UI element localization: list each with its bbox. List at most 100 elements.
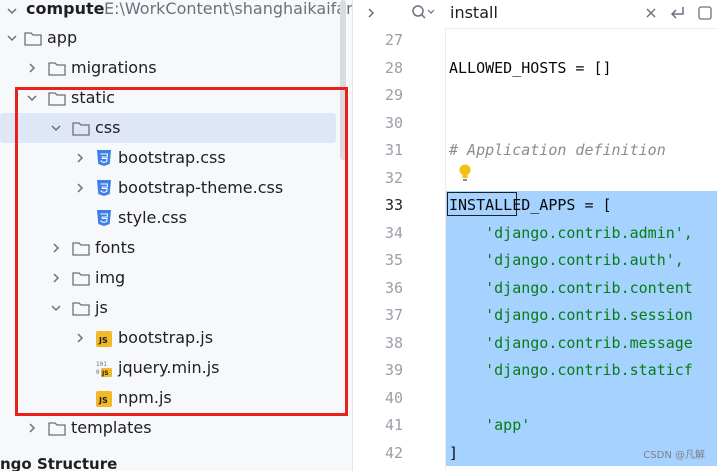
tree-item-label: fonts: [95, 238, 136, 257]
line-number: 29: [384, 86, 403, 104]
svg-text:101: 101: [96, 361, 107, 368]
line-number: 38: [384, 334, 403, 352]
svg-text:JS: JS: [98, 396, 108, 405]
search-input[interactable]: install: [450, 3, 498, 22]
tree-item-app[interactable]: app: [0, 23, 352, 53]
minified-js-file-icon: 1010 JS: [96, 361, 112, 377]
folder-icon: [72, 302, 90, 316]
watermark: CSDN @凡解: [643, 450, 705, 461]
tree-item-migrations[interactable]: migrations: [0, 53, 352, 83]
match-case-icon[interactable]: [697, 5, 713, 21]
tree-item-js[interactable]: js: [0, 293, 352, 323]
tree-item-label: css: [95, 118, 121, 137]
tree-item-label: npm.js: [118, 388, 172, 407]
tree-item-css[interactable]: css: [0, 113, 336, 143]
chevron-down-icon[interactable]: [6, 5, 18, 17]
tree-item-bootstrap-css[interactable]: bootstrap.css: [0, 143, 352, 173]
tree-item-bootstrap-js[interactable]: JS bootstrap.js: [0, 323, 352, 353]
project-path: E:\WorkContent\shanghaikaifang: [104, 0, 353, 18]
svg-text:0: 0: [96, 369, 100, 376]
css-file-icon: [97, 180, 111, 196]
structure-tool-window-header[interactable]: ngo Structure: [0, 455, 117, 471]
line-number: 37: [384, 306, 403, 324]
chevron-right-icon[interactable]: [74, 332, 86, 344]
code-line: ]: [449, 444, 459, 462]
line-number: 42: [384, 444, 403, 462]
code-string-line: 'django.contrib.message: [449, 334, 693, 352]
code-string-line: 'django.contrib.content: [449, 279, 693, 297]
tree-item-label: img: [95, 268, 126, 287]
line-number: 30: [384, 114, 403, 132]
tree-item-templates[interactable]: templates: [0, 413, 352, 443]
code-editor[interactable]: install 27 28 29 30 31 32 33 34 35 36 37…: [353, 0, 717, 471]
css-file-icon: [97, 150, 111, 166]
project-name: compute: [26, 0, 105, 18]
chevron-right-icon[interactable]: [365, 7, 377, 19]
line-number: 36: [384, 279, 403, 297]
line-number: 31: [384, 141, 403, 159]
line-number: 39: [384, 361, 403, 379]
tree-scrollbar[interactable]: [340, 0, 346, 160]
js-file-icon: JS: [96, 331, 112, 347]
css-file-icon: [97, 210, 111, 226]
find-bar: install: [353, 0, 717, 29]
code-string-line: 'django.contrib.staticf: [449, 361, 693, 379]
chevron-right-icon[interactable]: [74, 152, 86, 164]
code-string-line: 'django.contrib.auth',: [449, 251, 684, 269]
code-comment: # Application definition: [449, 141, 666, 159]
code-string-line: 'app': [449, 416, 531, 434]
folder-icon: [24, 32, 42, 46]
line-number: 27: [384, 31, 403, 49]
lightbulb-icon[interactable]: [458, 163, 472, 183]
folder-icon: [48, 422, 66, 436]
clear-search-icon[interactable]: [645, 7, 657, 19]
tree-item-label: bootstrap.css: [118, 148, 226, 167]
tree-item-npm-js[interactable]: JS npm.js: [0, 383, 352, 413]
folder-icon: [72, 242, 90, 256]
svg-text:JS: JS: [98, 336, 108, 345]
tree-item-label: js: [95, 298, 108, 317]
tree-item-label: bootstrap-theme.css: [118, 178, 284, 197]
code-line: INSTALLED_APPS = [: [449, 196, 612, 214]
tree-item-label: migrations: [71, 58, 157, 77]
current-line-number: 33: [384, 196, 403, 214]
line-number: 35: [384, 251, 403, 269]
tree-item-jquery-min-js[interactable]: 101 0 JS jquery.min.js: [0, 353, 352, 383]
tree-item-label: style.css: [118, 208, 187, 227]
chevron-right-icon[interactable]: [74, 182, 86, 194]
new-line-icon[interactable]: [669, 5, 687, 21]
folder-icon: [48, 92, 66, 106]
js-file-icon: JS: [96, 391, 112, 407]
code-string-line: 'django.contrib.session: [449, 306, 693, 324]
tree-item-style-css[interactable]: style.css: [0, 203, 352, 233]
line-number: 40: [384, 389, 403, 407]
tree-item-label: jquery.min.js: [118, 358, 220, 377]
folder-icon: [72, 122, 90, 136]
tree-item-label: app: [47, 28, 78, 47]
code-line: ALLOWED_HOSTS = []: [449, 59, 612, 77]
tree-root-row[interactable]: compute E:\WorkContent\shanghaikaifang: [0, 0, 352, 24]
tree-item-static[interactable]: static: [0, 83, 352, 113]
tree-item-label: bootstrap.js: [118, 328, 214, 347]
search-icon[interactable]: [411, 4, 435, 22]
folder-icon: [48, 62, 66, 76]
chevron-right-icon[interactable]: [26, 62, 38, 74]
chevron-down-icon[interactable]: [50, 122, 62, 134]
code-string-line: 'django.contrib.admin',: [449, 224, 693, 242]
chevron-down-icon[interactable]: [6, 32, 18, 44]
project-tree-panel: compute E:\WorkContent\shanghaikaifang a…: [0, 0, 353, 471]
chevron-right-icon[interactable]: [26, 422, 38, 434]
chevron-right-icon[interactable]: [50, 272, 62, 284]
chevron-down-icon[interactable]: [50, 302, 62, 314]
tree-item-img[interactable]: img: [0, 263, 352, 293]
chevron-down-icon[interactable]: [26, 92, 38, 104]
svg-text:JS: JS: [101, 370, 109, 377]
line-number: 32: [384, 169, 403, 187]
chevron-right-icon[interactable]: [50, 242, 62, 254]
tree-item-label: static: [71, 88, 115, 107]
line-number: 34: [384, 224, 403, 242]
tree-item-bootstrap-theme-css[interactable]: bootstrap-theme.css: [0, 173, 352, 203]
line-number: 28: [384, 59, 403, 77]
tree-item-label: templates: [71, 418, 152, 437]
tree-item-fonts[interactable]: fonts: [0, 233, 352, 263]
